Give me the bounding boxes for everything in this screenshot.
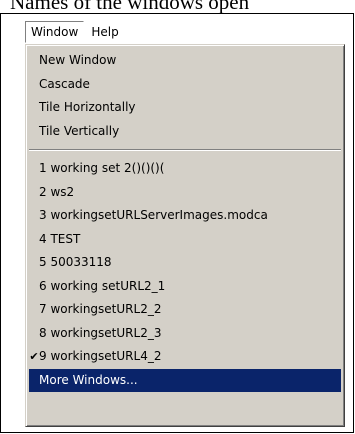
menu-item-window-3[interactable]: 3 workingsetURLServerImages.modca <box>29 204 341 228</box>
document-caption-text: Names of the windows open <box>10 0 250 14</box>
screenshot-page: Names of the windows open Window Help Ne… <box>0 0 355 434</box>
menu-item-window-2[interactable]: 2 ws2 <box>29 181 341 205</box>
window-menu-dropdown: New Window Cascade Tile Horizontally Til… <box>25 44 345 427</box>
window-6-label: 6 working setURL2_1 <box>39 278 166 293</box>
window-5-label: 5 50033118 <box>39 255 112 269</box>
window-2-label: 2 ws2 <box>39 184 75 199</box>
window-1-label: 1 working set 2()()()( <box>39 161 165 175</box>
checkmark-icon: ✔ <box>29 350 39 363</box>
menu-item-cascade[interactable]: Cascade <box>29 73 341 97</box>
menu-item-window-7[interactable]: 7 workingsetURL2_2 <box>29 298 341 322</box>
menu-item-window-5[interactable]: 5 50033118 <box>29 251 341 275</box>
menubar: Window Help <box>25 20 124 44</box>
menu-item-more-windows[interactable]: More Windows... <box>29 368 341 392</box>
menu-item-window-6[interactable]: 6 working setURL2_1 <box>29 275 341 299</box>
menu-separator <box>29 149 341 151</box>
menubar-window[interactable]: Window <box>25 21 85 43</box>
window-3-label: 3 workingsetURLServerImages.modca <box>39 208 268 222</box>
window-7-label: 7 workingsetURL2_2 <box>39 302 162 316</box>
menu-item-window-4[interactable]: 4 TEST <box>29 228 341 252</box>
menu-item-tile-horizontally[interactable]: Tile Horizontally <box>29 96 341 120</box>
window-8-label: 8 workingsetURL2_3 <box>39 325 162 340</box>
menu-item-window-1[interactable]: 1 working set 2()()()( <box>29 157 341 181</box>
menu-item-tile-vertically[interactable]: Tile Vertically <box>29 120 341 144</box>
menu-item-window-9[interactable]: ✔ 9 workingsetURL4_2 <box>29 345 341 369</box>
window-4-label: 4 TEST <box>39 231 81 246</box>
menu-item-new-window[interactable]: New Window <box>29 49 341 73</box>
window-9-label: 9 workingsetURL4_2 <box>39 349 162 363</box>
menubar-help[interactable]: Help <box>84 21 123 43</box>
menu-item-window-8[interactable]: 8 workingsetURL2_3 <box>29 322 341 346</box>
